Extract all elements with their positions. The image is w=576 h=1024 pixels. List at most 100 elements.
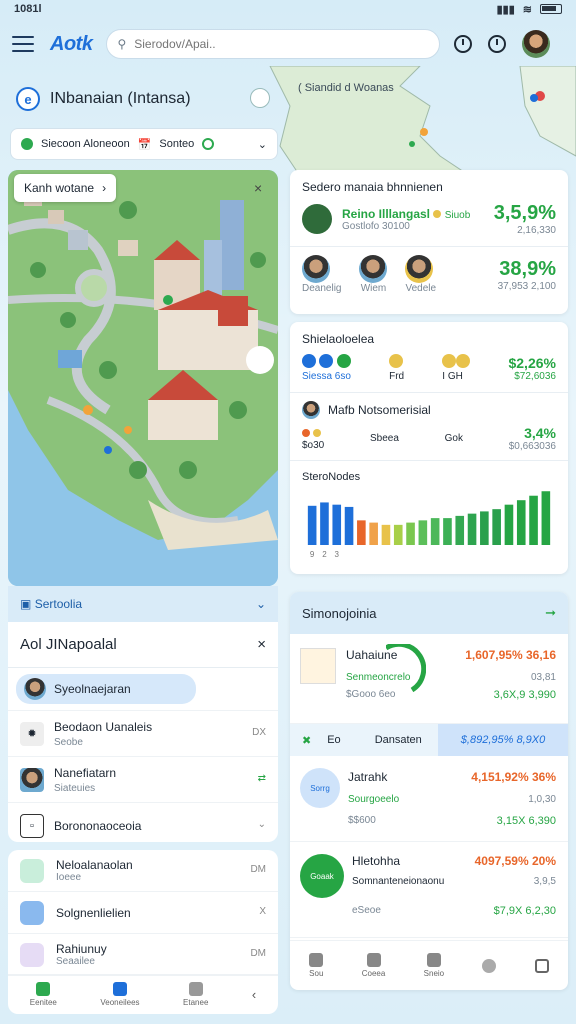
person-chip[interactable]: Vedele: [405, 255, 436, 294]
city-map[interactable]: [8, 170, 278, 586]
stat-a: $o30: [302, 440, 325, 451]
chart-bar[interactable]: [541, 491, 551, 545]
tab-label: Coeea: [361, 969, 386, 978]
dot-icon: [313, 429, 322, 437]
person-thumb: [20, 767, 44, 792]
tab-label: Veoneilees: [100, 998, 140, 1007]
bar-chart[interactable]: 923: [290, 483, 568, 561]
row-tag: Siuob: [444, 209, 471, 221]
calendar-icon: 📅: [137, 138, 152, 151]
clock-icon[interactable]: [454, 35, 473, 53]
region-title-text: INbanaian (Intansa): [50, 90, 191, 107]
back-icon: ‹: [251, 987, 257, 1002]
chart-bar[interactable]: [357, 520, 366, 545]
row-pct: 3,5,9%: [493, 202, 556, 224]
list-item[interactable]: Neloalanaolan Ioeee DM: [8, 850, 278, 892]
chart-bar[interactable]: [307, 505, 317, 545]
tab-profile[interactable]: [482, 958, 497, 973]
row-pct: 4,151,92% 36%: [471, 770, 556, 784]
refresh-icon[interactable]: [202, 138, 215, 150]
avatar[interactable]: [522, 30, 551, 58]
chart-bar[interactable]: [393, 524, 403, 545]
chevron-down-icon[interactable]: ⌄: [258, 138, 267, 151]
row-sub: Sourgoeelo: [348, 794, 400, 805]
tab-home[interactable]: Eenitee: [30, 982, 57, 1007]
chart-bar[interactable]: [332, 504, 342, 545]
chart-bar[interactable]: [320, 502, 329, 545]
list-card-title: Simonojoinia: [302, 605, 377, 621]
person-avatar: [359, 255, 388, 283]
dot-icon: [442, 354, 457, 368]
filter-bar[interactable]: Siecoon Aloneoon 📅 Sonteo ⌄: [10, 128, 278, 160]
tab-stats[interactable]: Sneio: [424, 953, 444, 978]
filter-item-2[interactable]: Sonteo: [159, 138, 194, 150]
search-input[interactable]: [134, 37, 415, 51]
tab-search[interactable]: Coeea: [361, 953, 386, 978]
tab-views[interactable]: Veoneilees: [100, 982, 140, 1007]
chart-bar[interactable]: [455, 515, 465, 545]
menu-icon[interactable]: [12, 36, 34, 52]
chart-bar[interactable]: [492, 509, 501, 545]
selected-item[interactable]: Syeolnaejaran: [16, 674, 196, 704]
map-region-title[interactable]: e INbanaian (Intansa): [12, 84, 203, 114]
list-item[interactable]: Rahiunuy Seaailee DM: [8, 934, 278, 976]
list-row[interactable]: Sorrg Jatrahk Sourgoeelo $$600 4,151,92%…: [290, 756, 568, 842]
list-item-sub: Seaailee: [56, 956, 95, 967]
expand-icon[interactable]: ➞: [545, 605, 556, 621]
chart-bar[interactable]: [480, 511, 489, 545]
search-icon: [366, 953, 381, 967]
timer-icon[interactable]: [488, 35, 507, 53]
list-item[interactable]: Nanefiatarn Siateuies ⇄: [8, 756, 278, 802]
chart-tick-label: 2: [322, 550, 327, 559]
filter-item-1[interactable]: Siecoon Aloneoon: [41, 138, 130, 150]
chart-bar[interactable]: [381, 524, 391, 545]
chart-bar[interactable]: [430, 518, 440, 545]
search-bar[interactable]: ⚲: [106, 29, 441, 59]
person-name: Deanelig: [302, 283, 342, 294]
chart-bar[interactable]: [344, 506, 354, 545]
tab-notifications[interactable]: [534, 958, 549, 973]
dot-icon: [456, 354, 471, 368]
close-icon[interactable]: ×: [254, 180, 262, 196]
left-panel: ▣ Sertoolia ⌄ Aol JINapoalal × Syeolnaej…: [8, 586, 278, 842]
card-tab-bar: Sou Coeea Sneio: [290, 940, 568, 990]
row-v2: 3,6X,9 3,990: [493, 689, 556, 701]
row-v1: 1,0,30: [528, 794, 556, 805]
list-item[interactable]: Solgnenlielien X: [8, 892, 278, 934]
progress-arc: [386, 644, 426, 693]
row-pct: 1,607,95% 36,16: [465, 648, 556, 662]
chevron-down-icon[interactable]: ⌄: [258, 819, 266, 830]
chart-bar[interactable]: [443, 518, 452, 545]
chart-bar[interactable]: [467, 513, 477, 545]
chart-bar[interactable]: [418, 520, 428, 545]
chart-bar[interactable]: [516, 500, 526, 545]
signal-icon: ▮▮▮: [496, 3, 515, 16]
highlight-band[interactable]: ✖ Eo Dansaten $,892,95% 8,9X0: [290, 724, 568, 756]
chart-bar[interactable]: [406, 522, 415, 545]
list-row[interactable]: Uahaiune Senmeoncrelo $Gooo 6eo 1,607,95…: [290, 634, 568, 724]
tab-home[interactable]: Sou: [309, 953, 323, 978]
tab-items[interactable]: Etanee: [183, 982, 208, 1007]
list-item[interactable]: ✹ Beodaon Uanaleis Seobe DX: [8, 710, 278, 756]
person-chip[interactable]: Deanelig: [302, 255, 341, 294]
stats-card: Shielaoloelea Siessa 6so Frd I GH $2,26%…: [290, 322, 568, 574]
close-icon[interactable]: ×: [257, 636, 266, 653]
person-icon: [482, 958, 497, 973]
map-location-tag[interactable]: Kanh wotane ›: [14, 174, 117, 202]
list-item-title: Neloalanaolan: [56, 858, 133, 872]
chevron-down-icon[interactable]: ⌄: [256, 597, 266, 611]
left-panel-header[interactable]: ▣ Sertoolia ⌄: [8, 586, 278, 622]
link-icon: [20, 942, 44, 967]
list-row[interactable]: Goaak Hletohha Somnanteneionaonu eSeoe 4…: [290, 842, 568, 938]
star-icon: [433, 209, 442, 218]
app-logo[interactable]: Aotk: [50, 33, 93, 56]
left-panel-lower: Neloalanaolan Ioeee DM Solgnenlielien X R…: [8, 850, 278, 1014]
compass-icon[interactable]: [250, 88, 270, 108]
person-chip[interactable]: Wiem: [359, 255, 388, 294]
chart-bar[interactable]: [369, 522, 378, 545]
close-icon[interactable]: ✖: [302, 734, 311, 747]
tab-back[interactable]: ‹: [252, 987, 256, 1002]
list-item[interactable]: ▫ Borononaoceoia ⌄: [8, 802, 278, 848]
chart-bar[interactable]: [504, 504, 514, 545]
chart-bar[interactable]: [529, 495, 538, 545]
